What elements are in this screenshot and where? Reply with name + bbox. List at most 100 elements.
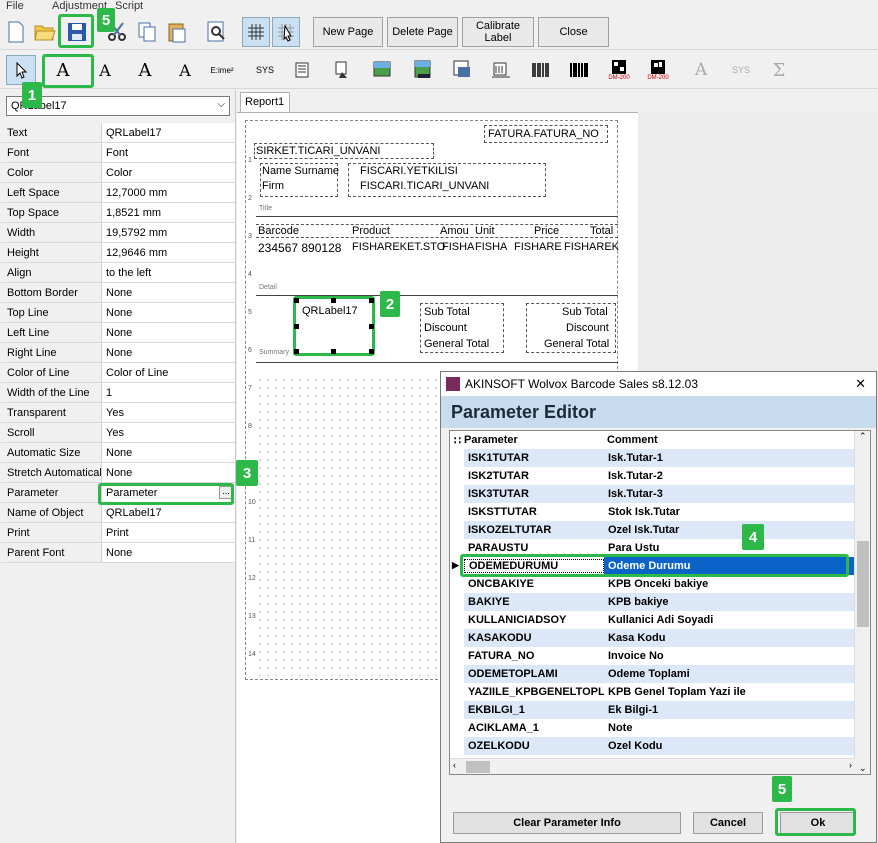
copy-button[interactable] [133, 17, 161, 47]
parameter-row[interactable]: ISK3TUTAR Isk.Tutar-3 [464, 485, 855, 503]
shape-tool[interactable] [328, 55, 358, 85]
property-row[interactable]: Transparent Yes [1, 403, 235, 423]
image-tool[interactable] [368, 55, 398, 85]
barcode-line-tool[interactable] [486, 55, 516, 85]
new-page-button[interactable]: New Page [313, 17, 383, 47]
scroll-down-icon[interactable]: ⌄ [859, 763, 867, 774]
property-value[interactable]: 1 [102, 383, 235, 402]
property-row[interactable]: Bottom Border None [1, 283, 235, 303]
property-row[interactable]: Top Line None [1, 303, 235, 323]
property-value[interactable]: QRLabel17 [102, 123, 235, 142]
property-value[interactable]: Yes [102, 403, 235, 422]
property-value[interactable]: Print [102, 523, 235, 542]
col-header-parameter[interactable]: Parameter [464, 434, 518, 446]
property-value[interactable]: None [102, 543, 235, 562]
snap-toggle-button[interactable] [272, 17, 300, 47]
richtext-tool[interactable]: A [170, 55, 200, 85]
parameter-row[interactable]: ISKSTTUTAR Stok Isk.Tutar [464, 503, 855, 521]
parameter-row[interactable]: ISK2TUTAR Isk.Tutar-2 [464, 467, 855, 485]
property-row[interactable]: Font Font [1, 143, 235, 163]
dbdatamatrix-tool[interactable]: DM-200 [643, 55, 673, 85]
property-row[interactable]: Scroll Yes [1, 423, 235, 443]
dblabel-tool[interactable]: A [90, 55, 120, 85]
parameter-row[interactable]: ODEMETOPLAMI Odeme Toplami [464, 665, 855, 683]
menu-script[interactable]: Script [115, 0, 143, 12]
col-header-comment[interactable]: Comment [607, 434, 658, 446]
tab-report1[interactable]: Report1 [240, 92, 290, 112]
delete-page-button[interactable]: Delete Page [387, 17, 458, 47]
property-value[interactable]: Color [102, 163, 235, 182]
property-value[interactable]: Yes [102, 423, 235, 442]
property-value[interactable]: Color of Line [102, 363, 235, 382]
property-row[interactable]: Width 19,5792 mm [1, 223, 235, 243]
new-file-button[interactable] [2, 17, 30, 47]
parameter-row[interactable]: EKBILGI_1 Ek Bilgi-1 [464, 701, 855, 719]
property-value[interactable]: None [102, 343, 235, 362]
dialog-close-icon[interactable]: ✕ [855, 376, 866, 392]
property-value[interactable]: None [102, 463, 235, 482]
barcode2-tool[interactable] [564, 55, 594, 85]
paste-button[interactable] [163, 17, 191, 47]
property-row[interactable]: Color Color [1, 163, 235, 183]
grid-toggle-button[interactable] [242, 17, 270, 47]
barcode1-tool[interactable] [526, 55, 556, 85]
pointer-tool[interactable] [6, 55, 36, 85]
parameter-row[interactable]: ISK1TUTAR Isk.Tutar-1 [464, 449, 855, 467]
property-value[interactable]: None [102, 443, 235, 462]
scroll-right-icon[interactable]: › [849, 760, 852, 770]
calibrate-label-button[interactable]: Calibrate Label [462, 17, 534, 47]
parameter-row[interactable]: BAKIYE KPB bakiye [464, 593, 855, 611]
property-value[interactable]: None [102, 323, 235, 342]
property-row[interactable]: Right Line None [1, 343, 235, 363]
memo-tool[interactable]: A [130, 55, 160, 85]
subreport-tool[interactable] [448, 55, 478, 85]
parameter-row[interactable]: ACIKLAMA_1 Note [464, 719, 855, 737]
close-button[interactable]: Close [538, 17, 609, 47]
property-row[interactable]: Automatic Size None [1, 443, 235, 463]
list-horizontal-scrollbar[interactable]: ‹ › [450, 758, 855, 774]
scroll-thumb[interactable] [857, 541, 869, 627]
datamatrix-tool[interactable]: DM-200 [604, 55, 634, 85]
parameter-row[interactable]: KASAKODU Kasa Kodu [464, 629, 855, 647]
expression-tool[interactable]: E:ime² [207, 55, 237, 85]
memo-box-tool[interactable] [288, 55, 318, 85]
clear-parameter-info-button[interactable]: Clear Parameter Info [453, 812, 681, 834]
list-vertical-scrollbar[interactable]: ⌃ ⌄ [854, 431, 870, 774]
cancel-button[interactable]: Cancel [693, 812, 763, 834]
property-row[interactable]: Left Line None [1, 323, 235, 343]
property-row[interactable]: Parent Font None [1, 543, 235, 563]
property-value[interactable]: 12,7000 mm [102, 183, 235, 202]
parameter-row[interactable]: ONCBAKIYE KPB Onceki bakiye [464, 575, 855, 593]
parameter-row[interactable]: KULLANICIADSOY Kullanici Adi Soyadi [464, 611, 855, 629]
property-value[interactable]: None [102, 283, 235, 302]
sysdata-tool[interactable]: SYS [250, 55, 280, 85]
parameter-row[interactable]: ISKOZELTUTAR Ozel Isk.Tutar [464, 521, 855, 539]
scroll-up-icon[interactable]: ⌃ [859, 431, 867, 442]
preview-button[interactable] [203, 17, 231, 47]
property-value[interactable]: None [102, 303, 235, 322]
property-row[interactable]: Name of Object QRLabel17 [1, 503, 235, 523]
scroll-left-icon[interactable]: ‹ [453, 760, 456, 770]
property-row[interactable]: Top Space 1,8521 mm [1, 203, 235, 223]
property-row[interactable]: Align to the left [1, 263, 235, 283]
qrlabel-selection[interactable] [294, 298, 374, 354]
property-row[interactable]: Stretch Automatically None [1, 463, 235, 483]
property-value[interactable]: 1,8521 mm [102, 203, 235, 222]
open-button[interactable] [31, 17, 59, 47]
dbimage-tool[interactable] [408, 55, 438, 85]
menu-file[interactable]: File [6, 0, 24, 12]
property-row[interactable]: Left Space 12,7000 mm [1, 183, 235, 203]
property-value[interactable]: QRLabel17 [102, 503, 235, 522]
property-row[interactable]: Width of the Line 1 [1, 383, 235, 403]
parameter-row[interactable]: OZELKODU Ozel Kodu [464, 737, 855, 755]
property-row[interactable]: Color of Line Color of Line [1, 363, 235, 383]
h-scroll-thumb[interactable] [466, 761, 490, 773]
parameter-row[interactable]: FATURA_NO Invoice No [464, 647, 855, 665]
parameter-row[interactable]: YAZIILE_KPBGENELTOPLAM KPB Genel Toplam Y… [464, 683, 855, 701]
property-value[interactable]: 12,9646 mm [102, 243, 235, 262]
property-row[interactable]: Text QRLabel17 [1, 123, 235, 143]
property-value[interactable]: Font [102, 143, 235, 162]
property-value[interactable]: to the left [102, 263, 235, 282]
property-row[interactable]: Print Print [1, 523, 235, 543]
property-row[interactable]: Height 12,9646 mm [1, 243, 235, 263]
